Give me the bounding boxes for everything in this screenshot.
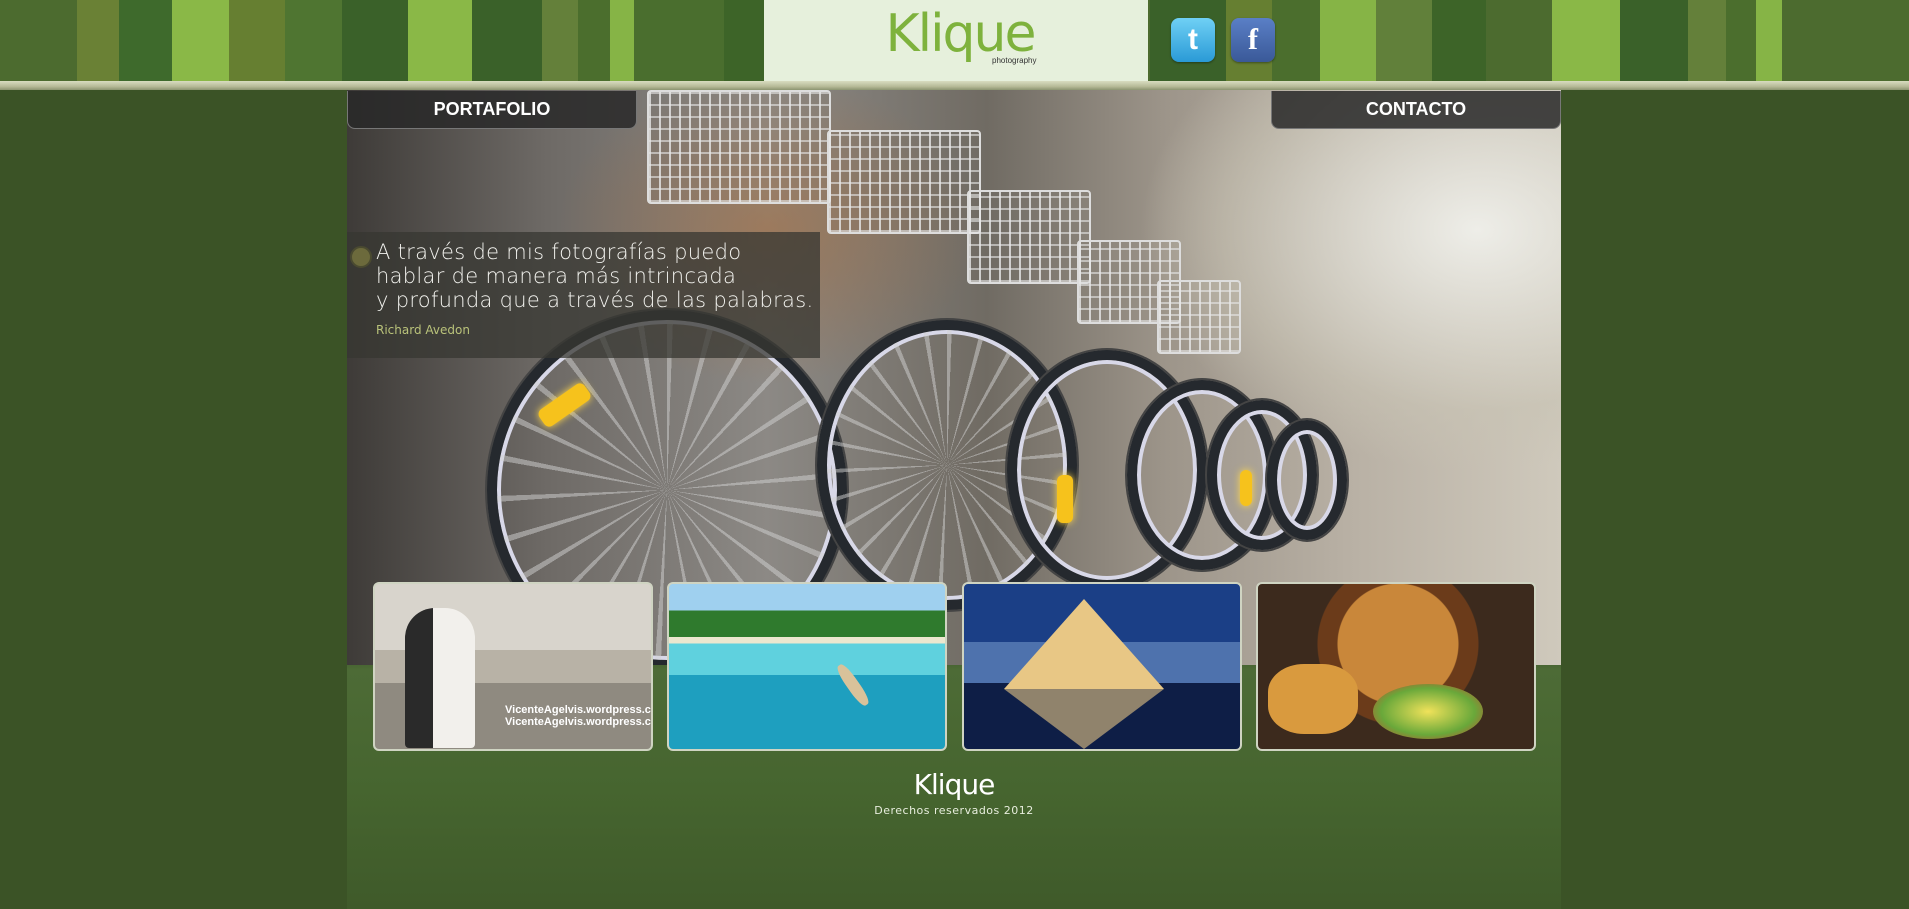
reflector-shape: [1240, 470, 1252, 506]
nav-tab-label: CONTACTO: [1365, 99, 1467, 119]
watermark-text: VicenteAgelvis.wordpress.com VicenteAgel…: [505, 704, 653, 728]
pyramid-reflection: [1004, 689, 1164, 749]
footer-logo: Klique: [913, 768, 996, 801]
nav-tab-portafolio[interactable]: PORTAFOLIO: [347, 91, 637, 129]
bread-shape: [1268, 664, 1358, 734]
reflector-shape: [1057, 475, 1073, 523]
boat-shape: [834, 661, 872, 709]
basket-shape: [647, 90, 831, 204]
nav-tab-label: PORTAFOLIO: [433, 99, 551, 119]
header-divider: [0, 81, 1909, 90]
nav-tab-contacto[interactable]: CONTACTO: [1271, 91, 1561, 129]
salad-shape: [1373, 684, 1483, 739]
wheel-shape: [1267, 420, 1347, 540]
twitter-glyph: t: [1188, 23, 1198, 56]
footer-copyright: Derechos reservados 2012: [874, 804, 1034, 817]
hero-image-bicycles: [347, 90, 1561, 665]
facebook-icon[interactable]: f: [1231, 18, 1275, 62]
logo-subtitle: photography: [992, 56, 1037, 65]
quote-author: Richard Avedon: [376, 323, 470, 337]
quote-text: A través de mis fotografías puedo hablar…: [376, 240, 814, 312]
basket-shape: [1157, 280, 1241, 354]
thumbnail-louvre[interactable]: [962, 582, 1242, 751]
logo[interactable]: Klique: [880, 4, 1040, 64]
basket-shape: [827, 130, 981, 234]
thumbnail-food[interactable]: [1256, 582, 1536, 751]
quote-bullet-icon: [350, 246, 372, 268]
pyramid-shape: [1004, 599, 1164, 689]
basket-shape: [967, 190, 1091, 284]
thumbnail-beach[interactable]: [667, 582, 947, 751]
facebook-glyph: f: [1248, 23, 1258, 56]
thumbnail-wedding[interactable]: VicenteAgelvis.wordpress.com VicenteAgel…: [373, 582, 653, 751]
twitter-icon[interactable]: t: [1171, 18, 1215, 62]
couple-figure: [405, 608, 475, 748]
